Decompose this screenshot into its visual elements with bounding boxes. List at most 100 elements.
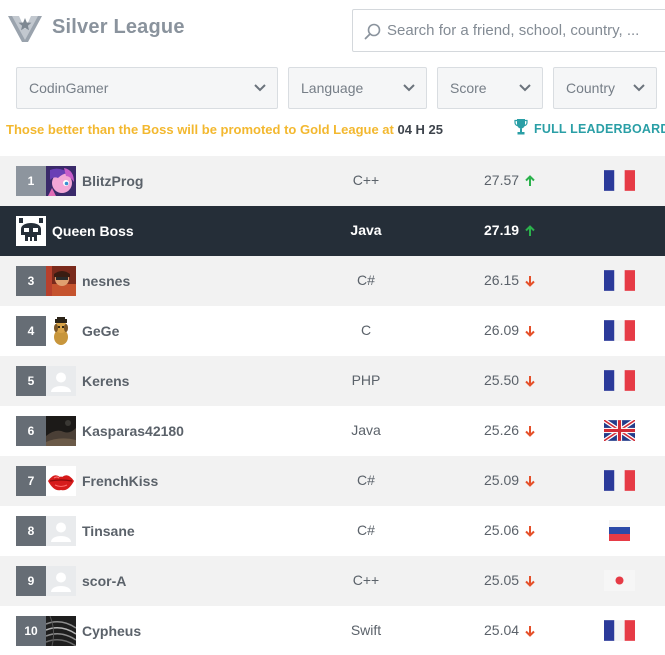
arrow-down-icon <box>525 324 535 337</box>
arrow-down-icon <box>525 474 535 487</box>
player-score: 26.09 <box>484 322 520 338</box>
player-score: 25.50 <box>484 372 520 388</box>
flag-uk-icon <box>604 420 635 441</box>
player-name[interactable]: BlitzProg <box>82 173 143 189</box>
avatar[interactable] <box>46 366 76 396</box>
leaderboard-row[interactable]: 6 Kasparas42180 Java 25.26 <box>0 406 665 456</box>
leaderboard-row[interactable]: 10 Cypheus Swift 25.04 <box>0 606 665 655</box>
leaderboard-row[interactable]: 3 nesnes C# 26.15 <box>0 256 665 306</box>
search-box[interactable] <box>352 9 665 52</box>
trophy-icon <box>514 119 528 135</box>
search-input[interactable] <box>387 10 665 51</box>
player-score: 27.57 <box>484 172 520 188</box>
avatar[interactable] <box>46 316 76 346</box>
league-title: Silver League <box>52 16 185 38</box>
player-language: C# <box>357 472 375 488</box>
player-language: C++ <box>352 172 380 188</box>
player-name[interactable]: Kasparas42180 <box>82 423 184 439</box>
arrow-up-icon <box>525 174 535 186</box>
flag-japan-icon <box>604 570 635 591</box>
leaderboard-row[interactable]: 1 BlitzProg C++ 27.57 <box>0 156 665 206</box>
silver-league-shield-icon <box>8 16 42 42</box>
player-score: 25.06 <box>484 522 520 538</box>
search-icon <box>364 23 381 40</box>
arrow-down-icon <box>525 424 535 437</box>
rank-badge: 8 <box>16 516 46 546</box>
player-name[interactable]: Tinsane <box>82 523 135 539</box>
promotion-text: Those better than the Boss will be promo… <box>6 122 398 137</box>
flag-russia-icon <box>604 520 635 541</box>
player-name[interactable]: nesnes <box>82 273 130 289</box>
player-name[interactable]: Cypheus <box>82 623 141 639</box>
avatar[interactable] <box>46 266 76 296</box>
filter-label: Score <box>450 80 487 96</box>
player-score: 25.04 <box>484 622 520 638</box>
flag-france-icon <box>604 620 635 641</box>
player-language: Java <box>350 222 382 238</box>
player-language: Swift <box>350 622 382 638</box>
player-name[interactable]: GeGe <box>82 323 119 339</box>
filter-score[interactable]: Score <box>437 67 543 109</box>
leaderboard-row[interactable]: 7 FrenchKiss C# 25.09 <box>0 456 665 506</box>
filter-country[interactable]: Country <box>553 67 657 109</box>
flag-france-icon <box>604 170 635 191</box>
rank-badge: 3 <box>16 266 46 296</box>
leaderboard-row[interactable]: 4 GeGe C 26.09 <box>0 306 665 356</box>
player-language: PHP <box>351 372 381 388</box>
avatar[interactable] <box>46 566 76 596</box>
boss-row[interactable]: Queen Boss Java 27.19 <box>0 206 665 256</box>
avatar[interactable] <box>46 466 76 496</box>
leaderboard-row[interactable]: 9 scor-A C++ 25.05 <box>0 556 665 606</box>
player-score: 26.15 <box>484 272 520 288</box>
player-score: 27.19 <box>484 222 520 238</box>
flag-france-icon <box>604 320 635 341</box>
player-language: C# <box>357 522 375 538</box>
player-language: C# <box>357 272 375 288</box>
player-name[interactable]: Queen Boss <box>52 223 134 239</box>
player-language: Java <box>351 422 381 438</box>
player-score: 25.26 <box>484 422 520 438</box>
flag-france-icon <box>604 270 635 291</box>
filter-label: Language <box>301 80 364 96</box>
rank-badge: 1 <box>16 166 46 196</box>
player-name[interactable]: FrenchKiss <box>82 473 158 489</box>
arrow-up-icon <box>525 224 535 236</box>
chevron-down-icon <box>254 84 266 92</box>
player-name[interactable]: scor-A <box>82 573 126 589</box>
rank-badge: 5 <box>16 366 46 396</box>
leaderboard-row[interactable]: 5 Kerens PHP 25.50 <box>0 356 665 406</box>
avatar[interactable] <box>46 516 76 546</box>
arrow-down-icon <box>525 374 535 387</box>
chevron-down-icon <box>519 84 531 92</box>
chevron-down-icon <box>633 84 645 92</box>
player-score: 25.09 <box>484 472 520 488</box>
leaderboard-row[interactable]: 8 Tinsane C# 25.06 <box>0 506 665 556</box>
rank-badge: 10 <box>16 616 46 646</box>
avatar[interactable] <box>46 616 76 646</box>
player-name[interactable]: Kerens <box>82 373 129 389</box>
full-leaderboard-link[interactable]: FULL LEADERBOARD <box>514 118 665 140</box>
rank-badge: 6 <box>16 416 46 446</box>
chevron-down-icon <box>403 84 415 92</box>
arrow-down-icon <box>525 574 535 587</box>
arrow-down-icon <box>525 524 535 537</box>
player-language: C <box>360 322 372 338</box>
avatar[interactable] <box>16 216 46 246</box>
full-leaderboard-label: FULL LEADERBOARD <box>534 122 665 136</box>
avatar[interactable] <box>46 166 76 196</box>
filter-label: Country <box>566 80 616 96</box>
filter-label: CodinGamer <box>29 80 109 96</box>
avatar[interactable] <box>46 416 76 446</box>
player-score: 25.05 <box>484 572 520 588</box>
arrow-down-icon <box>525 274 535 287</box>
filter-codingamer[interactable]: CodinGamer <box>16 67 278 109</box>
filter-language[interactable]: Language <box>288 67 427 109</box>
rank-badge: 4 <box>16 316 46 346</box>
flag-france-icon <box>604 370 635 391</box>
rank-badge: 7 <box>16 466 46 496</box>
filter-bar: CodinGamer Language Score Country <box>0 67 665 109</box>
arrow-down-icon <box>525 624 535 637</box>
promotion-notice: Those better than the Boss will be promo… <box>6 122 443 137</box>
leaderboard-table: 1 BlitzProg C++ 27.57 Queen Boss Java 27.19 3 ne… <box>0 156 665 655</box>
league-header: Silver League <box>0 0 665 60</box>
